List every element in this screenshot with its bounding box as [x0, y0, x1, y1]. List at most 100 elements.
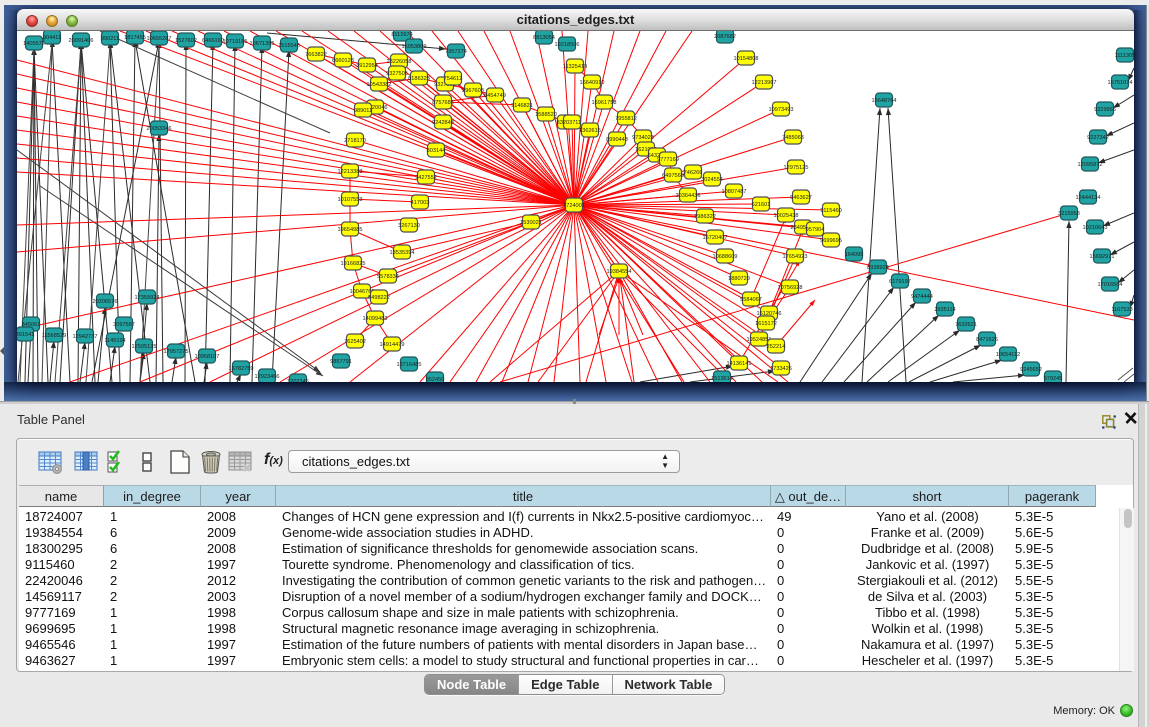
svg-text:12213967: 12213967 [752, 80, 777, 86]
svg-text:3267130: 3267130 [398, 223, 420, 229]
svg-text:957904: 957904 [806, 227, 825, 233]
svg-text:10958107: 10958107 [195, 354, 220, 360]
svg-text:3024554: 3024554 [701, 177, 723, 183]
svg-text:3912954: 3912954 [356, 63, 378, 69]
svg-text:16648764: 16648764 [872, 98, 897, 104]
svg-text:12942737: 12942737 [73, 334, 98, 340]
svg-text:1405572: 1405572 [23, 41, 45, 47]
svg-text:203711: 203711 [563, 120, 581, 126]
svg-text:9242848: 9242848 [432, 120, 454, 126]
svg-text:6466160: 6466160 [202, 38, 224, 44]
svg-text:9474444: 9474444 [911, 294, 933, 300]
svg-text:19654985: 19654985 [338, 227, 363, 233]
svg-text:20364436: 20364436 [676, 193, 701, 199]
svg-text:1615172: 1615172 [755, 321, 777, 327]
svg-text:1145194: 1145194 [104, 338, 125, 344]
svg-text:10756928: 10756928 [778, 285, 803, 291]
svg-text:5498222: 5498222 [368, 295, 390, 301]
svg-text:23226058: 23226058 [387, 59, 412, 65]
svg-text:9329966: 9329966 [1094, 107, 1116, 113]
svg-text:7632621: 7632621 [955, 322, 977, 328]
svg-text:164095: 164095 [845, 252, 864, 258]
svg-text:9699695: 9699695 [820, 238, 842, 244]
svg-text:9327505: 9327505 [386, 71, 408, 77]
svg-text:12213383: 12213383 [338, 169, 363, 175]
svg-text:8454749: 8454749 [484, 93, 506, 99]
svg-text:15692971: 15692971 [1090, 254, 1115, 260]
svg-text:9584067: 9584067 [740, 297, 762, 303]
svg-text:14914479: 14914479 [380, 342, 405, 348]
svg-text:10210643: 10210643 [1083, 225, 1108, 231]
svg-text:10807487: 10807487 [722, 189, 747, 195]
svg-text:10025438: 10025438 [774, 213, 799, 219]
svg-text:11325419: 11325419 [563, 64, 587, 70]
svg-text:12505135: 12505135 [132, 344, 157, 350]
svg-text:9857791: 9857791 [330, 359, 352, 365]
svg-text:990211: 990211 [101, 36, 119, 42]
svg-text:10107553: 10107553 [338, 197, 363, 203]
svg-text:8938924: 8938924 [867, 265, 889, 271]
svg-text:10973493: 10973493 [769, 107, 794, 113]
svg-text:7663822: 7663822 [305, 52, 327, 58]
svg-text:1733426: 1733426 [770, 366, 792, 372]
svg-text:8990443: 8990443 [606, 137, 628, 143]
svg-text:7485063: 7485063 [782, 135, 804, 141]
svg-text:1724001: 1724001 [563, 203, 585, 209]
svg-text:754612: 754612 [444, 76, 463, 82]
svg-text:621601: 621601 [752, 202, 771, 208]
svg-text:20206576: 20206576 [93, 299, 118, 305]
svg-text:3215958: 3215958 [1058, 211, 1080, 217]
svg-text:803144: 803144 [427, 148, 446, 154]
svg-text:9146821: 9146821 [511, 103, 533, 109]
svg-text:17957275: 17957275 [164, 349, 189, 355]
svg-text:8757685: 8757685 [432, 100, 454, 106]
svg-text:5578334: 5578334 [377, 274, 399, 280]
svg-text:9734023: 9734023 [632, 135, 654, 141]
svg-text:9427552: 9427552 [415, 175, 437, 181]
svg-text:14136141: 14136141 [727, 361, 752, 367]
svg-text:12975125: 12975125 [784, 165, 809, 171]
svg-text:15720407: 15720407 [703, 235, 728, 241]
svg-text:417003: 417003 [411, 200, 430, 206]
svg-text:1588520: 1588520 [535, 112, 557, 118]
svg-text:9463627: 9463627 [790, 195, 812, 201]
svg-text:746266: 746266 [684, 170, 703, 176]
svg-text:9115460: 9115460 [820, 208, 841, 214]
svg-text:8813054: 8813054 [533, 35, 555, 41]
svg-text:7625402: 7625402 [344, 339, 366, 345]
svg-text:989011: 989011 [354, 108, 372, 114]
svg-text:10719185: 10719185 [223, 39, 248, 45]
svg-text:6179197: 6179197 [889, 279, 911, 285]
svg-text:1513614: 1513614 [711, 376, 733, 382]
svg-text:19218506: 19218506 [555, 42, 580, 48]
svg-text:252214: 252214 [767, 344, 786, 350]
svg-text:8660128: 8660128 [332, 58, 354, 64]
svg-text:20091406: 20091406 [69, 38, 94, 44]
svg-text:979245: 979245 [1044, 376, 1063, 382]
svg-text:10655287: 10655287 [147, 36, 172, 42]
svg-text:8112674: 8112674 [391, 32, 412, 38]
svg-text:952450: 952450 [426, 377, 445, 382]
svg-text:904411: 904411 [43, 35, 61, 41]
svg-text:9777169: 9777169 [657, 157, 679, 163]
svg-text:8471626: 8471626 [976, 337, 998, 343]
svg-text:9227342: 9227342 [1087, 135, 1109, 141]
svg-text:10688609: 10688609 [713, 254, 738, 260]
svg-text:16782759: 16782759 [229, 366, 254, 372]
svg-text:1527602: 1527602 [175, 38, 197, 44]
svg-text:3097587: 3097587 [113, 322, 135, 328]
svg-text:10154808: 10154808 [734, 56, 759, 62]
svg-text:11568529: 11568529 [42, 333, 66, 339]
svg-text:19384554: 19384554 [607, 269, 632, 275]
svg-text:10671355: 10671355 [250, 41, 275, 47]
svg-text:13716485: 13716485 [397, 362, 422, 368]
svg-text:391541: 391541 [17, 332, 34, 338]
svg-text:1362615: 1362615 [579, 128, 601, 134]
svg-text:17016504: 17016504 [1098, 282, 1123, 288]
svg-text:1530021: 1530021 [520, 220, 542, 226]
svg-text:17359924: 17359924 [135, 295, 160, 301]
svg-text:7515546: 7515546 [278, 43, 300, 49]
svg-text:17654923: 17654923 [783, 254, 808, 260]
svg-text:7357274: 7357274 [445, 49, 467, 55]
svg-text:20053346: 20053346 [147, 126, 172, 132]
